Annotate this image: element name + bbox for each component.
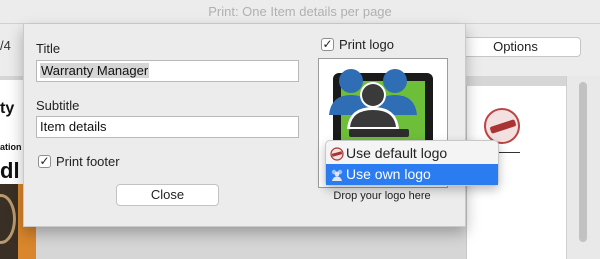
menu-item-use-own-logo[interactable]: Use own logo (326, 164, 498, 185)
title-field[interactable]: Warranty Manager (36, 60, 299, 82)
print-footer-label[interactable]: Print footer (56, 154, 120, 169)
page-fragment-1: ty (0, 100, 15, 117)
users-icon (330, 167, 344, 188)
window-title: Print: One Item details per page (0, 0, 600, 24)
menu-item-label: Use own logo (346, 166, 431, 182)
scrollbar-thumb[interactable] (579, 82, 587, 242)
menu-item-use-default-logo[interactable]: Use default logo (326, 143, 498, 164)
close-button[interactable]: Close (116, 184, 219, 206)
title-label: Title (36, 41, 61, 56)
subtitle-field[interactable]: Item details (36, 116, 299, 138)
page-count-fragment: /4 (0, 38, 11, 53)
title-field-value: Warranty Manager (40, 63, 150, 78)
menu-item-label: Use default logo (346, 145, 448, 161)
subtitle-label: Subtitle (36, 98, 80, 113)
print-logo-checkbox[interactable]: ✓ (321, 38, 334, 51)
print-footer-checkbox[interactable]: ✓ (38, 155, 51, 168)
options-button[interactable]: Options (450, 37, 581, 57)
page-photo-strip (0, 184, 18, 259)
print-logo-label[interactable]: Print logo (339, 37, 394, 52)
logo-drop-hint: Drop your logo here (333, 190, 431, 202)
logo-source-menu: Use default logo Use own logo (325, 140, 499, 186)
print-options-sheet: Title Warranty Manager Subtitle Item det… (23, 24, 466, 227)
page-fragment-3: dl (0, 158, 20, 183)
stamp-logo-preview (484, 108, 520, 144)
page-fragment-2: ation (0, 142, 22, 152)
